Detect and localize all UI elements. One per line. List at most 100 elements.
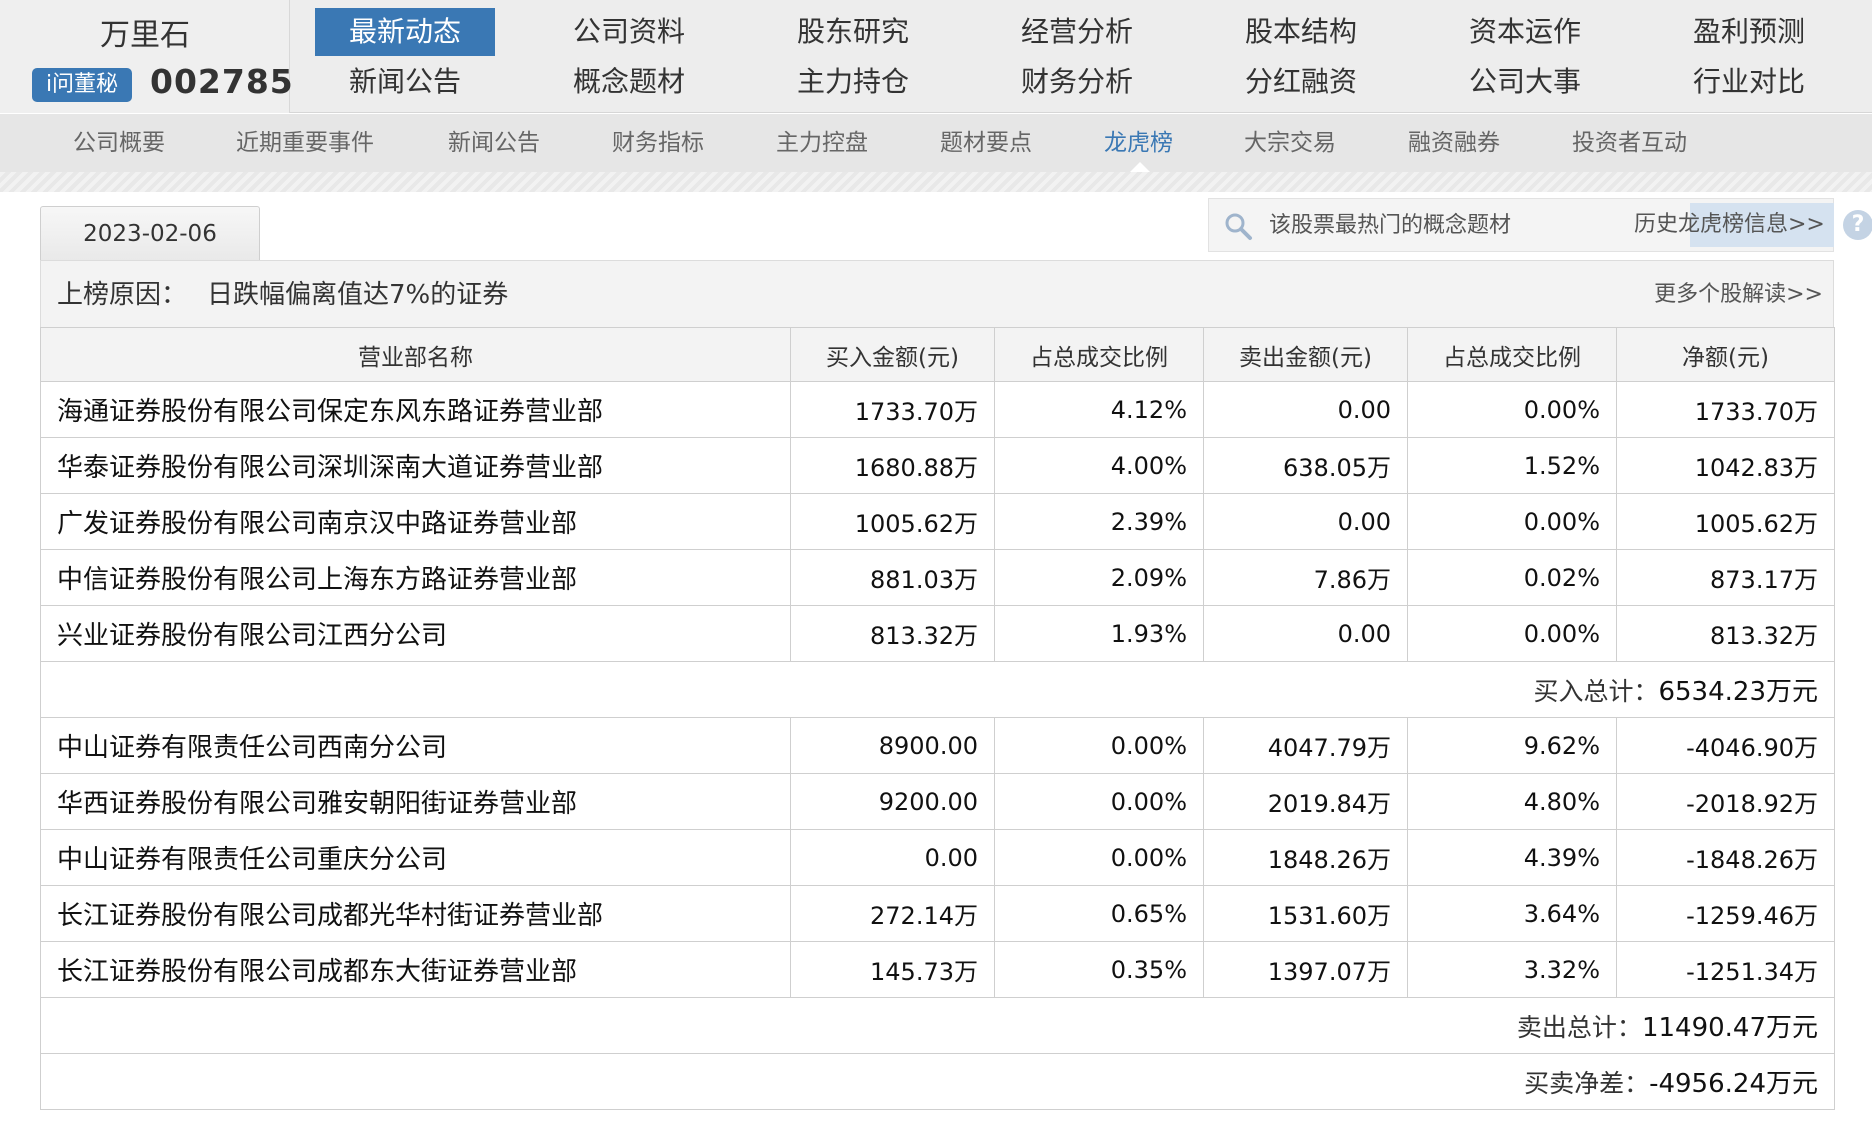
ask-secretary-button[interactable]: i问董秘 bbox=[32, 68, 132, 102]
sell-amount: 0.00 bbox=[1203, 605, 1408, 662]
buy-ratio: 2.39% bbox=[994, 493, 1204, 550]
subnav-main-control[interactable]: 主力控盘 bbox=[776, 114, 868, 172]
branch-name[interactable]: 兴业证券股份有限公司江西分公司 bbox=[40, 605, 791, 662]
net-amount: 873.17万 bbox=[1616, 549, 1835, 606]
nav-company-info[interactable]: 公司资料 bbox=[539, 8, 719, 56]
buy-ratio: 0.00% bbox=[994, 773, 1204, 830]
sell-amount: 4047.79万 bbox=[1203, 717, 1408, 774]
buy-amount: 1733.70万 bbox=[790, 381, 995, 438]
nav-company-events[interactable]: 公司大事 bbox=[1435, 58, 1615, 106]
subnav-news[interactable]: 新闻公告 bbox=[448, 114, 540, 172]
top-header: 万里石 i问董秘 002785 最新动态 公司资料 股东研究 经营分析 股本结构… bbox=[0, 0, 1872, 113]
buy-ratio: 1.93% bbox=[994, 605, 1204, 662]
subnav-company-overview[interactable]: 公司概要 bbox=[73, 114, 165, 172]
net-amount: 1733.70万 bbox=[1616, 381, 1835, 438]
buy-ratio: 0.65% bbox=[994, 885, 1204, 942]
sell-total-row: 卖出总计：11490.47万元 bbox=[40, 997, 1835, 1054]
table-row: 广发证券股份有限公司南京汉中路证券营业部 1005.62万 2.39% 0.00… bbox=[40, 493, 1835, 550]
buy-amount: 813.32万 bbox=[790, 605, 995, 662]
nav-news-announcements[interactable]: 新闻公告 bbox=[315, 58, 495, 106]
branch-name[interactable]: 海通证券股份有限公司保定东风东路证券营业部 bbox=[40, 381, 791, 438]
branch-name[interactable]: 长江证券股份有限公司成都东大街证券营业部 bbox=[40, 941, 791, 998]
table-row: 海通证券股份有限公司保定东风东路证券营业部 1733.70万 4.12% 0.0… bbox=[40, 381, 1835, 438]
subnav-investor-interaction[interactable]: 投资者互动 bbox=[1572, 114, 1687, 172]
table-row: 华西证券股份有限公司雅安朝阳街证券营业部 9200.00 0.00% 2019.… bbox=[40, 773, 1835, 830]
buy-ratio: 4.12% bbox=[994, 381, 1204, 438]
nav-capital-operation[interactable]: 资本运作 bbox=[1435, 8, 1615, 56]
branch-name[interactable]: 长江证券股份有限公司成都光华村街证券营业部 bbox=[40, 885, 791, 942]
subnav-financial-indicators[interactable]: 财务指标 bbox=[612, 114, 704, 172]
net-amount: 1042.83万 bbox=[1616, 437, 1835, 494]
buy-amount: 8900.00 bbox=[790, 717, 995, 774]
net-amount: -1251.34万 bbox=[1616, 941, 1835, 998]
subnav-theme-points[interactable]: 题材要点 bbox=[940, 114, 1032, 172]
buy-amount: 272.14万 bbox=[790, 885, 995, 942]
help-icon[interactable]: ? bbox=[1843, 210, 1872, 240]
nav-financial-analysis[interactable]: 财务分析 bbox=[987, 58, 1167, 106]
net-amount: -1848.26万 bbox=[1616, 829, 1835, 886]
history-dragon-tiger-link[interactable]: 历史龙虎榜信息>> bbox=[1634, 198, 1825, 252]
buy-amount: 881.03万 bbox=[790, 549, 995, 606]
nav-industry-comparison[interactable]: 行业对比 bbox=[1659, 58, 1839, 106]
buy-ratio: 2.09% bbox=[994, 549, 1204, 606]
sell-amount: 0.00 bbox=[1203, 381, 1408, 438]
sell-ratio: 0.02% bbox=[1407, 549, 1617, 606]
date-tab[interactable]: 2023-02-06 bbox=[40, 206, 260, 260]
divider-stripe bbox=[0, 172, 1872, 192]
col-header-buy-amount: 买入金额(元) bbox=[790, 327, 995, 382]
table-header-row: 营业部名称 买入金额(元) 占总成交比例 卖出金额(元) 占总成交比例 净额(元… bbox=[40, 327, 1835, 382]
buy-ratio: 0.00% bbox=[994, 829, 1204, 886]
nav-shareholder-research[interactable]: 股东研究 bbox=[763, 8, 943, 56]
sell-ratio: 0.00% bbox=[1407, 381, 1617, 438]
reason-label: 上榜原因： bbox=[57, 280, 188, 310]
sell-amount: 2019.84万 bbox=[1203, 773, 1408, 830]
dragon-tiger-table: 营业部名称 买入金额(元) 占总成交比例 卖出金额(元) 占总成交比例 净额(元… bbox=[40, 327, 1835, 1110]
branch-name[interactable]: 华西证券股份有限公司雅安朝阳街证券营业部 bbox=[40, 773, 791, 830]
table-row: 中山证券有限责任公司西南分公司 8900.00 0.00% 4047.79万 9… bbox=[40, 717, 1835, 774]
nav-dividend-financing[interactable]: 分红融资 bbox=[1211, 58, 1391, 106]
active-tab-caret bbox=[1130, 162, 1150, 172]
buy-amount: 0.00 bbox=[790, 829, 995, 886]
sell-amount: 0.00 bbox=[1203, 493, 1408, 550]
net-amount: -4046.90万 bbox=[1616, 717, 1835, 774]
sell-total-label: 卖出总计： bbox=[1516, 1013, 1642, 1042]
sell-amount: 1397.07万 bbox=[1203, 941, 1408, 998]
branch-name[interactable]: 中山证券有限责任公司重庆分公司 bbox=[40, 829, 791, 886]
subnav-block-trades[interactable]: 大宗交易 bbox=[1244, 114, 1336, 172]
branch-name[interactable]: 中信证券股份有限公司上海东方路证券营业部 bbox=[40, 549, 791, 606]
col-header-net: 净额(元) bbox=[1616, 327, 1835, 382]
table-row: 长江证券股份有限公司成都光华村街证券营业部 272.14万 0.65% 1531… bbox=[40, 885, 1835, 942]
table-row: 长江证券股份有限公司成都东大街证券营业部 145.73万 0.35% 1397.… bbox=[40, 941, 1835, 998]
branch-name[interactable]: 华泰证券股份有限公司深圳深南大道证券营业部 bbox=[40, 437, 791, 494]
sell-ratio: 3.64% bbox=[1407, 885, 1617, 942]
table-row: 华泰证券股份有限公司深圳深南大道证券营业部 1680.88万 4.00% 638… bbox=[40, 437, 1835, 494]
buy-total-cell: 买入总计：6534.23万元 bbox=[40, 661, 1835, 718]
nav-capital-structure[interactable]: 股本结构 bbox=[1211, 8, 1391, 56]
nav-earnings-forecast[interactable]: 盈利预测 bbox=[1659, 8, 1839, 56]
sell-ratio: 0.00% bbox=[1407, 493, 1617, 550]
sell-amount: 1848.26万 bbox=[1203, 829, 1408, 886]
listing-reason-bar: 上榜原因： 日跌幅偏离值达7%的证券 更多个股解读>> bbox=[40, 260, 1834, 328]
reason-text: 日跌幅偏离值达7%的证券 bbox=[207, 280, 509, 310]
buy-ratio: 0.00% bbox=[994, 717, 1204, 774]
sell-ratio: 4.39% bbox=[1407, 829, 1617, 886]
branch-name[interactable]: 中山证券有限责任公司西南分公司 bbox=[40, 717, 791, 774]
branch-name[interactable]: 广发证券股份有限公司南京汉中路证券营业部 bbox=[40, 493, 791, 550]
col-header-sell-ratio: 占总成交比例 bbox=[1407, 327, 1617, 382]
nav-main-holdings[interactable]: 主力持仓 bbox=[763, 58, 943, 106]
nav-concept-themes[interactable]: 概念题材 bbox=[539, 58, 719, 106]
sell-ratio: 3.32% bbox=[1407, 941, 1617, 998]
table-row: 中信证券股份有限公司上海东方路证券营业部 881.03万 2.09% 7.86万… bbox=[40, 549, 1835, 606]
sell-ratio: 0.00% bbox=[1407, 605, 1617, 662]
subnav-margin-trading[interactable]: 融资融券 bbox=[1408, 114, 1500, 172]
sell-ratio: 9.62% bbox=[1407, 717, 1617, 774]
sell-ratio: 4.80% bbox=[1407, 773, 1617, 830]
nav-business-analysis[interactable]: 经营分析 bbox=[987, 8, 1167, 56]
nav-latest-news[interactable]: 最新动态 bbox=[315, 8, 495, 56]
more-interpretation-link[interactable]: 更多个股解读>> bbox=[1654, 261, 1823, 329]
net-diff-cell: 买卖净差：-4956.24万元 bbox=[40, 1053, 1835, 1110]
sell-total-value: 11490.47万元 bbox=[1641, 1013, 1818, 1043]
subnav-recent-events[interactable]: 近期重要事件 bbox=[236, 114, 374, 172]
buy-ratio: 0.35% bbox=[994, 941, 1204, 998]
sell-amount: 638.05万 bbox=[1203, 437, 1408, 494]
